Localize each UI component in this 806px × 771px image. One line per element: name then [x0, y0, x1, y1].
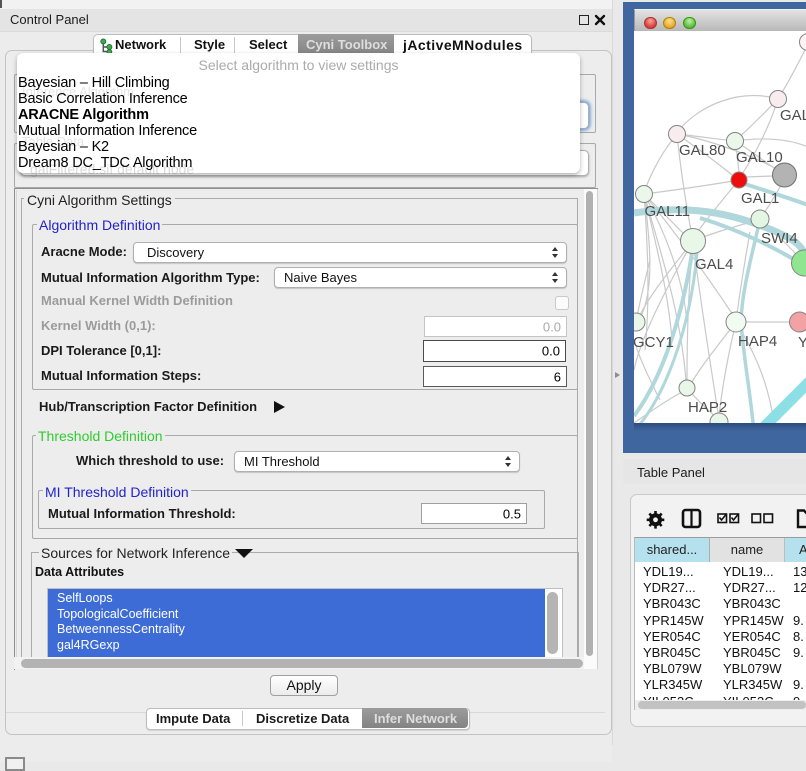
svg-text:SWI4: SWI4: [761, 230, 798, 247]
svg-text:HAP2: HAP2: [688, 399, 727, 416]
svg-text:HAP4: HAP4: [738, 333, 777, 350]
svg-text:GAL: GAL: [780, 107, 806, 124]
svg-text:GAL4: GAL4: [695, 256, 733, 273]
svg-text:GAL80: GAL80: [679, 142, 726, 159]
svg-text:Y: Y: [798, 334, 806, 351]
svg-text:GAL10: GAL10: [736, 149, 783, 166]
svg-text:GAL1: GAL1: [741, 190, 779, 207]
svg-text:GAL11: GAL11: [645, 203, 691, 220]
svg-text:GCY1: GCY1: [634, 334, 674, 351]
